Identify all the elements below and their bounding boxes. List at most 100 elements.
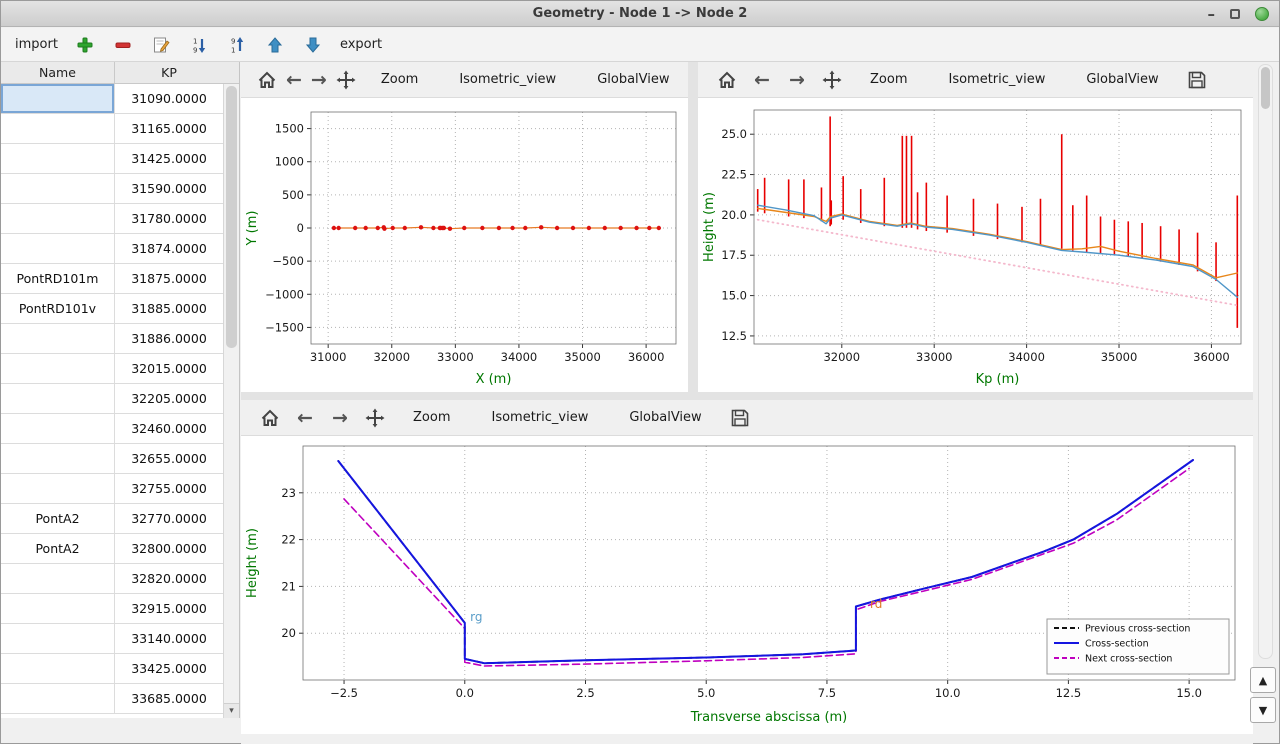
row-kp-cell[interactable]: 31780.0000 xyxy=(115,204,223,233)
window-scrollbar-thumb[interactable] xyxy=(1261,67,1270,109)
row-name-cell[interactable] xyxy=(1,324,115,353)
row-name-cell[interactable] xyxy=(1,594,115,623)
zoom-button[interactable]: Zoom xyxy=(373,66,426,94)
home-icon[interactable] xyxy=(257,66,277,94)
minimize-button[interactable]: – xyxy=(1208,5,1216,23)
save-icon[interactable] xyxy=(727,404,753,432)
table-row[interactable]: 32755.0000 xyxy=(1,474,239,504)
table-row[interactable]: 32460.0000 xyxy=(1,414,239,444)
table-scrollbar-thumb[interactable] xyxy=(226,86,237,348)
table-row[interactable]: 32015.0000 xyxy=(1,354,239,384)
pan-icon[interactable] xyxy=(336,66,356,94)
isometric-view-button[interactable]: Isometric_view xyxy=(451,66,564,94)
table-row[interactable]: 31886.0000 xyxy=(1,324,239,354)
row-name-cell[interactable] xyxy=(1,174,115,203)
isometric-view-button[interactable]: Isometric_view xyxy=(940,66,1053,94)
table-scroll-down-button[interactable]: ▾ xyxy=(224,703,239,718)
back-icon[interactable]: ← xyxy=(286,66,302,94)
row-kp-cell[interactable]: 32755.0000 xyxy=(115,474,223,503)
sort-descending-button[interactable]: 19 xyxy=(188,34,210,56)
row-name-cell[interactable]: PontA2 xyxy=(1,504,115,533)
table-scrollbar[interactable]: ▾ xyxy=(223,84,239,718)
pan-icon[interactable] xyxy=(362,404,388,432)
row-name-cell[interactable] xyxy=(1,354,115,383)
pan-icon[interactable] xyxy=(819,66,845,94)
maximize-button[interactable] xyxy=(1230,9,1240,19)
column-header-name[interactable]: Name xyxy=(1,62,115,83)
move-up-button[interactable] xyxy=(264,34,286,56)
table-row[interactable]: 31590.0000 xyxy=(1,174,239,204)
forward-icon[interactable]: → xyxy=(311,66,327,94)
row-name-cell[interactable] xyxy=(1,564,115,593)
vertical-splitter[interactable] xyxy=(688,62,698,392)
globalview-button[interactable]: GlobalView xyxy=(621,404,709,432)
table-row[interactable]: 32820.0000 xyxy=(1,564,239,594)
row-name-cell[interactable] xyxy=(1,624,115,653)
row-kp-cell[interactable]: 33685.0000 xyxy=(115,684,223,713)
edit-row-button[interactable] xyxy=(150,34,172,56)
row-name-cell[interactable]: PontA2 xyxy=(1,534,115,563)
table-row[interactable]: 33425.0000 xyxy=(1,654,239,684)
row-kp-cell[interactable]: 32800.0000 xyxy=(115,534,223,563)
scroll-down-button[interactable]: ▼ xyxy=(1250,697,1276,723)
back-icon[interactable]: ← xyxy=(292,404,318,432)
row-name-cell[interactable] xyxy=(1,474,115,503)
row-kp-cell[interactable]: 32915.0000 xyxy=(115,594,223,623)
row-kp-cell[interactable]: 31165.0000 xyxy=(115,114,223,143)
row-kp-cell[interactable]: 31590.0000 xyxy=(115,174,223,203)
row-name-cell[interactable] xyxy=(1,654,115,683)
window-scrollbar[interactable] xyxy=(1258,64,1273,659)
globalview-button[interactable]: GlobalView xyxy=(589,66,677,94)
globalview-button[interactable]: GlobalView xyxy=(1078,66,1166,94)
back-icon[interactable]: ← xyxy=(749,66,775,94)
row-kp-cell[interactable]: 32015.0000 xyxy=(115,354,223,383)
zoom-button[interactable]: Zoom xyxy=(405,404,458,432)
column-header-kp[interactable]: KP xyxy=(115,62,223,83)
remove-row-button[interactable] xyxy=(112,34,134,56)
row-name-cell[interactable] xyxy=(1,114,115,143)
row-name-cell[interactable] xyxy=(1,84,115,113)
cross-section-plot-canvas[interactable]: −2.50.02.55.07.510.012.515.020212223rgrd… xyxy=(241,436,1253,734)
table-row[interactable]: 31425.0000 xyxy=(1,144,239,174)
table-row[interactable]: 32655.0000 xyxy=(1,444,239,474)
titlebar[interactable]: Geometry - Node 1 -> Node 2 – xyxy=(1,1,1279,27)
row-name-cell[interactable] xyxy=(1,144,115,173)
trace-plot-canvas[interactable]: 310003200033000340003500036000−1500−1000… xyxy=(241,98,688,396)
sort-ascending-button[interactable]: 91 xyxy=(226,34,248,56)
row-name-cell[interactable]: PontRD101v xyxy=(1,294,115,323)
home-icon[interactable] xyxy=(257,404,283,432)
row-name-cell[interactable] xyxy=(1,414,115,443)
table-row[interactable]: PontRD101m31875.0000 xyxy=(1,264,239,294)
home-icon[interactable] xyxy=(714,66,740,94)
add-row-button[interactable] xyxy=(74,34,96,56)
row-name-cell[interactable]: PontRD101m xyxy=(1,264,115,293)
row-kp-cell[interactable]: 33140.0000 xyxy=(115,624,223,653)
table-row[interactable]: 31780.0000 xyxy=(1,204,239,234)
profile-plot-canvas[interactable]: 320003300034000350003600012.515.017.520.… xyxy=(698,98,1253,396)
scroll-up-button[interactable]: ▲ xyxy=(1250,667,1276,693)
import-button[interactable]: import xyxy=(15,37,58,52)
row-kp-cell[interactable]: 31425.0000 xyxy=(115,144,223,173)
row-name-cell[interactable] xyxy=(1,204,115,233)
forward-icon[interactable]: → xyxy=(784,66,810,94)
table-row[interactable]: PontA232770.0000 xyxy=(1,504,239,534)
row-name-cell[interactable] xyxy=(1,234,115,263)
horizontal-splitter[interactable] xyxy=(241,392,1253,400)
row-kp-cell[interactable]: 31885.0000 xyxy=(115,294,223,323)
save-icon[interactable] xyxy=(1184,66,1210,94)
row-kp-cell[interactable]: 31886.0000 xyxy=(115,324,223,353)
row-kp-cell[interactable]: 31090.0000 xyxy=(115,84,223,113)
row-kp-cell[interactable]: 32205.0000 xyxy=(115,384,223,413)
table-row[interactable]: 31090.0000 xyxy=(1,84,239,114)
table-row[interactable]: 31874.0000 xyxy=(1,234,239,264)
row-name-cell[interactable] xyxy=(1,444,115,473)
table-row[interactable]: 31165.0000 xyxy=(1,114,239,144)
table-row[interactable]: 33140.0000 xyxy=(1,624,239,654)
row-kp-cell[interactable]: 33425.0000 xyxy=(115,654,223,683)
isometric-view-button[interactable]: Isometric_view xyxy=(483,404,596,432)
forward-icon[interactable]: → xyxy=(327,404,353,432)
move-down-button[interactable] xyxy=(302,34,324,56)
table-row[interactable]: 32915.0000 xyxy=(1,594,239,624)
row-kp-cell[interactable]: 31874.0000 xyxy=(115,234,223,263)
close-button[interactable] xyxy=(1255,7,1269,21)
